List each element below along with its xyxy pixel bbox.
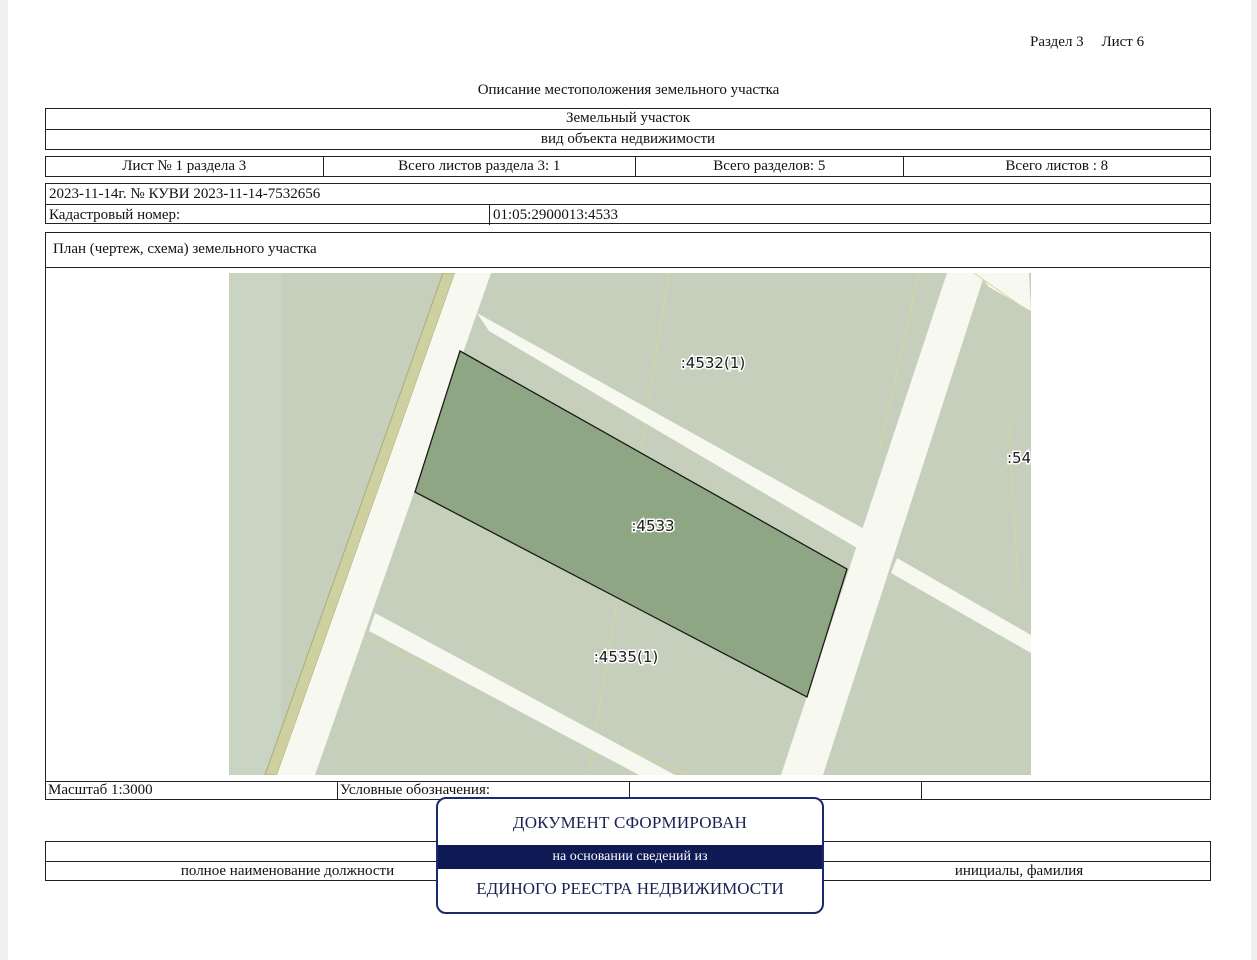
- stamp-line-3: ЕДИНОГО РЕЕСТРА НЕДВИЖИМОСТИ: [476, 879, 784, 898]
- parcel-map-svg: :4533 :4532(1) :4535(1) :54: [229, 273, 1031, 775]
- plan-divider: [46, 267, 1210, 268]
- cadastral-number-value: 01:05:2900013:4533: [493, 207, 619, 223]
- parcel-label-south: :4535(1): [594, 648, 658, 666]
- registry-stamp: ДОКУМЕНТ СФОРМИРОВАН на основании сведен…: [436, 797, 824, 914]
- scale-cell: Масштаб 1:3000: [46, 782, 338, 799]
- stamp-line-2: на основании сведений из: [438, 845, 822, 869]
- sheet-number-cell: Лист № 1 раздела 3: [46, 157, 324, 176]
- parcel-label-north: :4532(1): [681, 354, 745, 372]
- document-title: Описание местоположения земельного участ…: [477, 82, 780, 98]
- stamp-line-1: ДОКУМЕНТ СФОРМИРОВАН: [512, 813, 748, 832]
- parcel-label-main: :4533: [631, 517, 674, 535]
- cadastral-number-label: Кадастровый номер:: [46, 205, 490, 225]
- total-in-section-cell: Всего листов раздела 3: 1: [324, 157, 636, 176]
- page-edge-left: [0, 0, 8, 960]
- object-caption: вид объекта недвижимости: [540, 131, 716, 147]
- sheets-info-table: Лист № 1 раздела 3 Всего листов раздела …: [45, 156, 1211, 177]
- registration-table: 2023-11-14г. № КУВИ 2023-11-14-7532656 К…: [45, 183, 1211, 225]
- object-type-table: Земельный участок вид объекта недвижимос…: [45, 108, 1211, 150]
- object-name: Земельный участок: [46, 109, 1210, 130]
- section-number: Раздел 3: [1030, 34, 1084, 50]
- total-sections-cell: Всего разделов: 5: [636, 157, 904, 176]
- parcel-map: :4533 :4532(1) :4535(1) :54: [229, 273, 1031, 775]
- plan-label: План (чертеж, схема) земельного участка: [53, 241, 317, 257]
- page-edge-right: [1251, 0, 1257, 960]
- legend-empty-cell: [922, 782, 1209, 799]
- map-left-field: [229, 273, 281, 775]
- header-reference: Раздел 3 Лист 6: [1030, 34, 1144, 51]
- parcel-label-east: :54: [1007, 449, 1031, 467]
- name-caption: инициалы, фамилия: [954, 863, 1084, 879]
- sheet-number: Лист 6: [1101, 34, 1145, 50]
- total-sheets-cell: Всего листов : 8: [1005, 158, 1109, 174]
- registration-date-number: 2023-11-14г. № КУВИ 2023-11-14-7532656: [46, 184, 1210, 205]
